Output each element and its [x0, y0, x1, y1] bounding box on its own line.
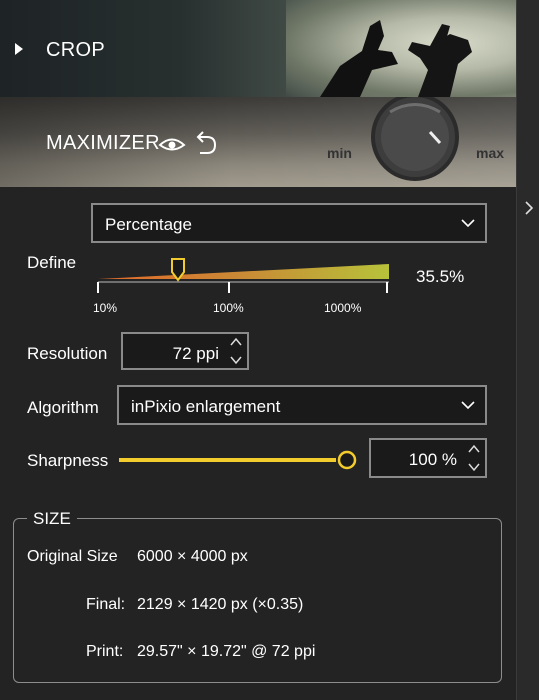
maximizer-panel: CROP MAXIMIZER min max Percentage Define… [0, 0, 516, 700]
define-slider[interactable] [95, 255, 395, 295]
expand-arrow-icon[interactable] [15, 43, 23, 55]
maximizer-section-header[interactable]: MAXIMIZER min max [0, 97, 516, 187]
original-size-value: 6000 × 4000 px [137, 548, 248, 565]
panel-collapse-strip[interactable] [516, 0, 539, 700]
original-size-label: Original Size [27, 548, 118, 565]
resolution-label: Resolution [27, 344, 108, 363]
stepper-arrows-icon[interactable] [229, 336, 243, 366]
print-size-label: Print: [86, 643, 124, 660]
define-tick-label: 100% [213, 301, 244, 315]
sharpness-slider[interactable] [118, 448, 360, 472]
resolution-stepper[interactable]: 72 ppi [121, 332, 249, 370]
define-tick-label: 10% [93, 301, 118, 315]
define-tick-label: 1000% [324, 301, 362, 315]
define-value: 35.5% [416, 267, 465, 286]
reset-icon[interactable] [193, 128, 219, 156]
knob-min-label: min [327, 145, 352, 161]
algorithm-select[interactable]: inPixio enlargement [117, 385, 487, 425]
final-size-value: 2129 × 1420 px (×0.35) [137, 596, 304, 613]
define-label: Define [27, 253, 77, 272]
sharpness-value: 100 % [408, 450, 457, 469]
maximizer-knob[interactable] [360, 97, 470, 187]
size-legend: SIZE [27, 509, 77, 529]
maximizer-title: MAXIMIZER [46, 132, 160, 154]
sharpness-stepper[interactable]: 100 % [369, 438, 487, 478]
algorithm-value: inPixio enlargement [131, 397, 281, 416]
knob-max-label: max [476, 145, 505, 161]
crop-section-header[interactable]: CROP [0, 0, 516, 97]
mode-select[interactable]: Percentage [91, 203, 487, 243]
crop-title: CROP [46, 39, 105, 61]
chevron-down-icon [461, 401, 475, 410]
print-size-value: 29.57" × 19.72" @ 72 ppi [137, 643, 316, 660]
chevron-right-icon[interactable] [524, 201, 534, 215]
resolution-value: 72 ppi [172, 344, 219, 363]
stepper-arrows-icon[interactable] [467, 443, 481, 473]
algorithm-label: Algorithm [27, 398, 99, 417]
chevron-down-icon [461, 219, 475, 228]
final-size-label: Final: [86, 596, 126, 613]
sharpness-slider-thumb[interactable] [337, 450, 357, 470]
hands-silhouette-image [320, 20, 472, 97]
mode-select-value: Percentage [105, 215, 192, 234]
eye-icon[interactable] [157, 132, 187, 156]
sharpness-label: Sharpness [27, 451, 109, 470]
